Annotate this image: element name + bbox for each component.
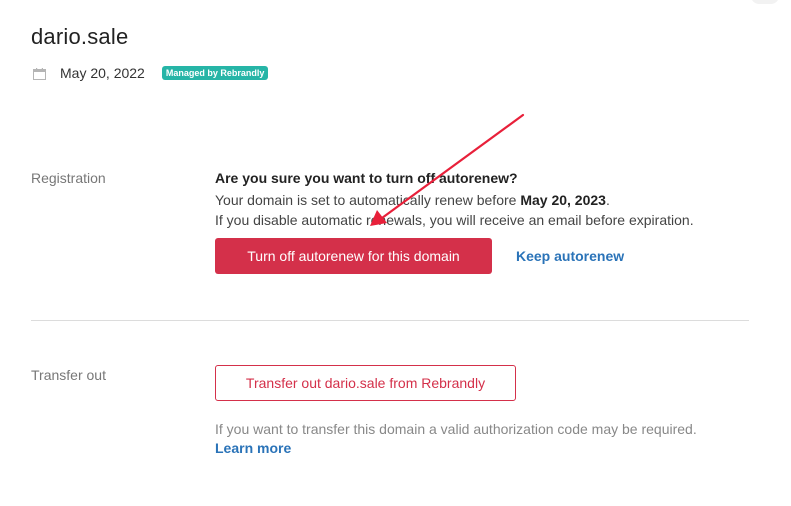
calendar-icon: [33, 67, 46, 80]
transfer-help-text: If you want to transfer this domain a va…: [215, 421, 697, 437]
registration-date: May 20, 2022: [60, 65, 145, 81]
transfer-out-label: Transfer out: [31, 367, 106, 383]
domain-meta: May 20, 2022 Managed by Rebrandly: [33, 63, 269, 83]
renew-info-suffix: .: [605, 192, 610, 208]
learn-more-link[interactable]: Learn more: [215, 440, 291, 456]
autorenew-confirm: Are you sure you want to turn off autore…: [215, 170, 775, 230]
managed-badge: Managed by Rebrandly: [161, 66, 269, 80]
page-title: dario.sale: [31, 24, 129, 49]
confirm-title: Are you sure you want to turn off autore…: [215, 170, 518, 186]
transfer-out-button[interactable]: Transfer out dario.sale from Rebrandly: [215, 365, 516, 401]
corner-close-button[interactable]: [751, 0, 779, 4]
section-divider: [31, 320, 749, 321]
keep-autorenew-link[interactable]: Keep autorenew: [516, 248, 624, 264]
registration-label: Registration: [31, 170, 106, 186]
domain-settings-page: dario.sale May 20, 2022 Managed by Rebra…: [0, 0, 791, 506]
renew-info-prefix: Your domain is set to automatically rene…: [215, 192, 521, 208]
renew-info: Your domain is set to automatically rene…: [215, 190, 775, 210]
turn-off-autorenew-button[interactable]: Turn off autorenew for this domain: [215, 238, 492, 274]
renew-date: May 20, 2023: [520, 192, 606, 208]
disable-info: If you disable automatic renewals, you w…: [215, 212, 694, 228]
